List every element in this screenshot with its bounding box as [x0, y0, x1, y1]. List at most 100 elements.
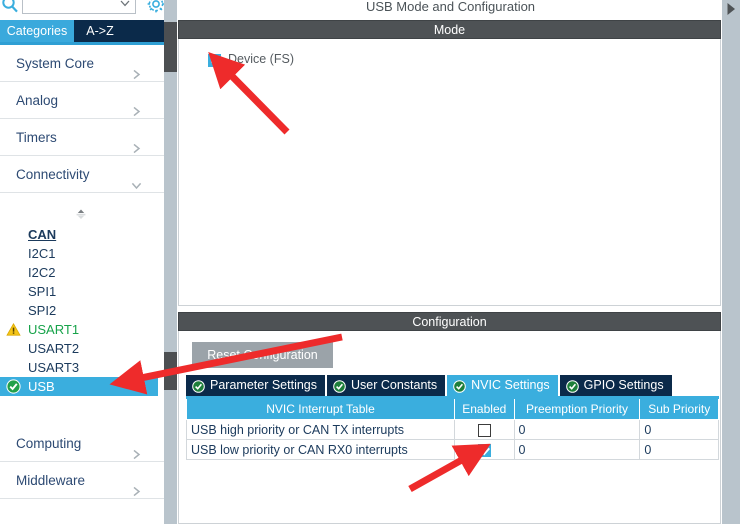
- peripheral-label: USB: [28, 379, 55, 394]
- sidebar-scrollbar-thumb-bottom[interactable]: [164, 352, 177, 390]
- preemption-priority-cell[interactable]: 0: [513, 439, 641, 460]
- tab-categories[interactable]: Categories: [0, 20, 74, 42]
- mode-section-header: Mode: [178, 20, 721, 39]
- check-circle-icon: [453, 379, 466, 393]
- tab-a-to-z[interactable]: A->Z: [74, 20, 126, 42]
- peripheral-label: CAN: [28, 227, 57, 242]
- sidebar-item-timers[interactable]: Timers: [0, 119, 164, 156]
- sidebar-search-row: [0, 0, 166, 22]
- gear-icon[interactable]: [146, 0, 166, 14]
- peripheral-label: I2C2: [28, 265, 56, 280]
- tab-nvic-settings[interactable]: NVIC Settings: [447, 375, 558, 396]
- check-icon: [480, 446, 491, 457]
- sidebar-tabbar: Categories A->Z: [0, 20, 164, 42]
- interrupt-name-cell: USB low priority or CAN RX0 interrupts: [186, 439, 455, 460]
- window-right-edge: [740, 0, 748, 524]
- peripheral-sidebar: Categories A->Z System Core Analog Timer…: [0, 0, 166, 524]
- peripheral-label: USART2: [28, 341, 80, 356]
- configuration-panel: USB Mode and Configuration Mode Device (…: [178, 0, 723, 524]
- peripheral-label: I2C1: [28, 246, 56, 261]
- scroll-right-arrow-icon[interactable]: [724, 2, 738, 16]
- category-label: Analog: [16, 93, 59, 108]
- interrupt-name-cell: USB high priority or CAN TX interrupts: [186, 419, 455, 440]
- check-icon: [210, 56, 221, 67]
- check-circle-icon: [192, 379, 205, 393]
- column-header-interrupt-name[interactable]: NVIC Interrupt Table: [186, 399, 455, 420]
- configuration-section-header: Configuration: [178, 312, 721, 331]
- tab-label: NVIC Settings: [471, 378, 550, 392]
- tab-label: Parameter Settings: [210, 378, 317, 392]
- device-fs-label: Device (FS): [228, 52, 294, 66]
- peripheral-item-can[interactable]: CAN: [0, 225, 164, 244]
- sidebar-item-middleware[interactable]: Middleware: [0, 462, 164, 499]
- tab-gpio-settings[interactable]: GPIO Settings: [559, 375, 672, 396]
- warning-triangle-icon: [6, 322, 21, 337]
- search-input[interactable]: [26, 0, 118, 13]
- peripheral-list-scroll-spinner[interactable]: [74, 208, 88, 222]
- check-circle-icon: [565, 379, 579, 393]
- chevron-right-icon: [131, 474, 142, 497]
- enabled-cell[interactable]: [454, 419, 515, 440]
- chevron-down-icon[interactable]: [119, 0, 131, 9]
- table-header-row: NVIC Interrupt Table Enabled Preemption …: [186, 399, 719, 420]
- chevron-right-icon: [131, 437, 142, 460]
- enabled-cell[interactable]: [454, 439, 515, 460]
- interrupt-enabled-checkbox[interactable]: [477, 423, 491, 437]
- category-list-bottom: Computing Middleware: [0, 425, 164, 499]
- peripheral-label: USART1: [28, 322, 80, 337]
- sub-priority-cell[interactable]: 0: [639, 439, 719, 460]
- column-header-enabled[interactable]: Enabled: [454, 399, 515, 420]
- peripheral-item-usb[interactable]: USB: [0, 377, 158, 396]
- sidebar-item-system-core[interactable]: System Core: [0, 45, 164, 82]
- mode-section-body: Device (FS): [178, 39, 721, 306]
- peripheral-item-usart3[interactable]: USART3: [0, 358, 164, 377]
- device-fs-checkbox[interactable]: [208, 54, 221, 67]
- tab-parameter-settings[interactable]: Parameter Settings: [186, 375, 325, 396]
- sidebar-item-analog[interactable]: Analog: [0, 82, 164, 119]
- column-header-sub-priority[interactable]: Sub Priority: [639, 399, 719, 420]
- peripheral-label: SPI2: [28, 303, 57, 318]
- check-circle-icon: [6, 379, 21, 394]
- peripheral-item-i2c2[interactable]: I2C2: [0, 263, 164, 282]
- peripheral-item-usart1[interactable]: USART1: [0, 320, 164, 339]
- chevron-right-icon: [131, 131, 142, 154]
- table-row[interactable]: USB high priority or CAN TX interrupts 0…: [186, 419, 719, 440]
- peripheral-item-usart2[interactable]: USART2: [0, 339, 164, 358]
- tab-user-constants[interactable]: User Constants: [327, 375, 446, 396]
- sidebar-item-connectivity[interactable]: Connectivity: [0, 156, 164, 193]
- chevron-down-icon: [131, 168, 142, 190]
- main-scrollbar[interactable]: [722, 0, 740, 524]
- sidebar-scrollbar[interactable]: [164, 0, 177, 524]
- category-label: Connectivity: [16, 167, 90, 182]
- check-circle-icon: [333, 379, 346, 393]
- preemption-priority-cell[interactable]: 0: [513, 419, 641, 440]
- sidebar-scrollbar-thumb-top[interactable]: [164, 22, 177, 72]
- page-title: USB Mode and Configuration: [178, 0, 723, 18]
- search-icon[interactable]: [1, 0, 19, 14]
- table-row[interactable]: USB low priority or CAN RX0 interrupts 0…: [186, 439, 719, 460]
- tab-label: User Constants: [351, 378, 438, 392]
- peripheral-item-spi2[interactable]: SPI2: [0, 301, 164, 320]
- sidebar-item-computing[interactable]: Computing: [0, 425, 164, 462]
- category-list-top: System Core Analog Timers Connectivity: [0, 45, 164, 193]
- category-label: System Core: [16, 56, 95, 71]
- chevron-right-icon: [131, 94, 142, 117]
- cubemx-window: Categories A->Z System Core Analog Timer…: [0, 0, 748, 524]
- tab-label: GPIO Settings: [583, 378, 664, 392]
- search-box[interactable]: [22, 0, 136, 14]
- peripheral-item-spi1[interactable]: SPI1: [0, 282, 164, 301]
- sub-priority-cell[interactable]: 0: [639, 419, 719, 440]
- peripheral-label: USART3: [28, 360, 80, 375]
- column-header-preemption-priority[interactable]: Preemption Priority: [513, 399, 641, 420]
- configuration-section-body: Reset Configuration Parameter Settings U…: [178, 331, 721, 524]
- configuration-tabs: Parameter Settings User Constants NVIC S…: [186, 375, 674, 396]
- interrupt-enabled-checkbox[interactable]: [477, 443, 491, 457]
- peripheral-label: SPI1: [28, 284, 57, 299]
- category-label: Computing: [16, 436, 82, 451]
- reset-configuration-button[interactable]: Reset Configuration: [192, 342, 333, 368]
- category-label: Timers: [16, 130, 57, 145]
- peripheral-item-i2c1[interactable]: I2C1: [0, 244, 164, 263]
- category-label: Middleware: [16, 473, 86, 488]
- peripheral-list: CAN I2C1 I2C2 SPI1 SPI2 USART1 USART2 US…: [0, 225, 164, 396]
- chevron-right-icon: [131, 57, 142, 80]
